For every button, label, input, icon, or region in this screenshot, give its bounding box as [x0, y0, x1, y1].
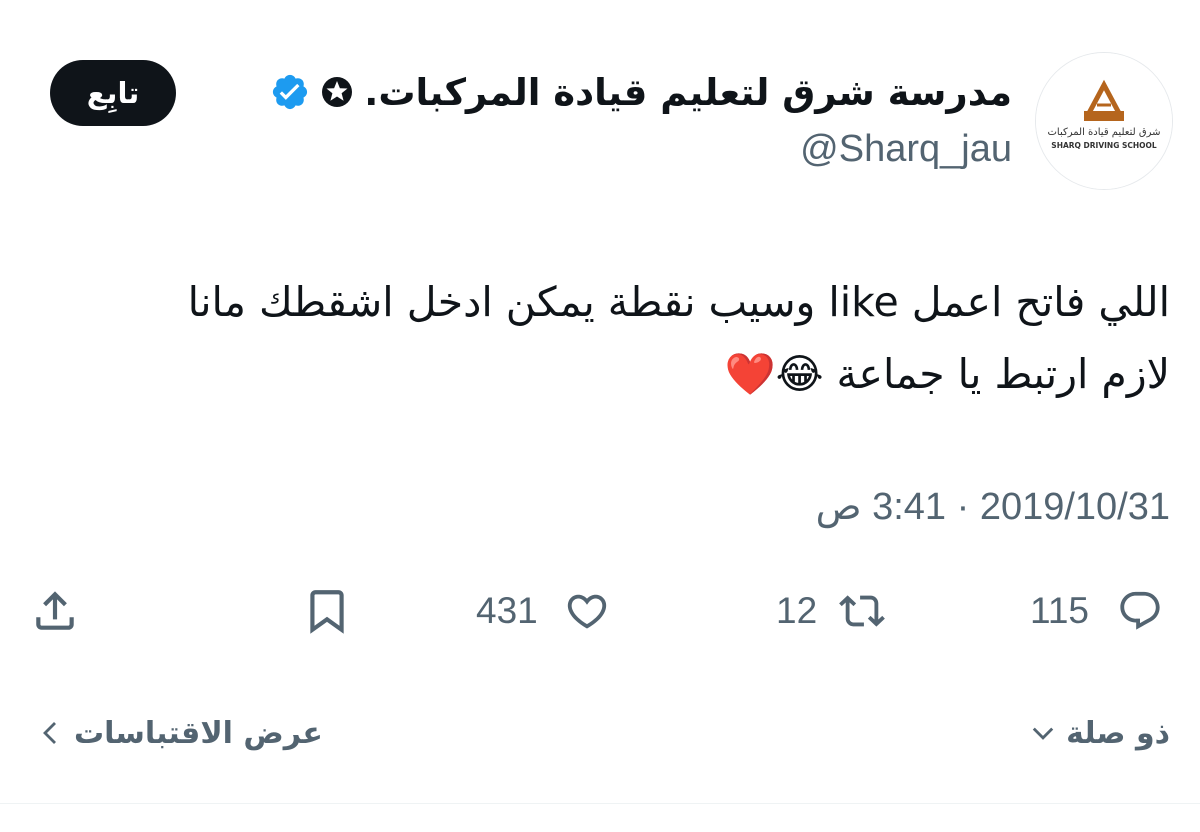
like-icon — [564, 588, 610, 634]
follow-button[interactable]: تابِع — [50, 60, 176, 126]
view-quotes-label: عرض الاقتباسات — [74, 715, 323, 751]
avatar[interactable]: شرق لتعليم قيادة المركبات SHARQ DRIVING … — [1035, 52, 1173, 190]
display-name[interactable]: مدرسة شرق لتعليم قيادة المركبات. — [364, 71, 1012, 114]
share-icon — [30, 586, 80, 636]
relevant-label: ذو صلة — [1066, 715, 1170, 751]
star-emoji-icon — [320, 75, 354, 109]
retweet-count: 12 — [776, 590, 818, 631]
tweet-text: اللي فاتح اعمل like وسيب نقطة يمكن ادخل … — [187, 278, 1170, 398]
divider — [0, 803, 1200, 804]
retweet-icon — [839, 588, 886, 634]
verified-badge-icon — [270, 72, 310, 112]
avatar-brand-text-en: SHARQ DRIVING SCHOOL — [1051, 141, 1157, 150]
relevant-sort-dropdown[interactable]: ذو صلة — [1030, 706, 1170, 760]
like-count: 431 — [476, 590, 538, 631]
share-button[interactable] — [30, 578, 84, 644]
like-button[interactable]: 431 — [476, 578, 636, 644]
retweet-button[interactable]: 12 — [776, 578, 916, 644]
tweet-timestamp[interactable]: 2019/10/31 · 3:41 ص — [816, 484, 1170, 529]
reply-count: 115 — [1030, 590, 1089, 631]
user-handle[interactable]: @Sharq_jau — [800, 128, 1012, 171]
bookmark-button[interactable] — [302, 578, 356, 644]
chevron-down-icon — [1030, 720, 1056, 746]
reply-icon — [1117, 588, 1163, 634]
bookmark-icon — [302, 586, 352, 636]
view-quotes-link[interactable]: عرض الاقتباسات — [40, 706, 323, 760]
display-name-row: مدرسة شرق لتعليم قيادة المركبات. — [270, 62, 1012, 122]
avatar-brand-text: شرق لتعليم قيادة المركبات — [1048, 127, 1161, 138]
chevron-left-icon — [40, 720, 60, 746]
reply-button[interactable]: 115 — [1030, 578, 1180, 644]
